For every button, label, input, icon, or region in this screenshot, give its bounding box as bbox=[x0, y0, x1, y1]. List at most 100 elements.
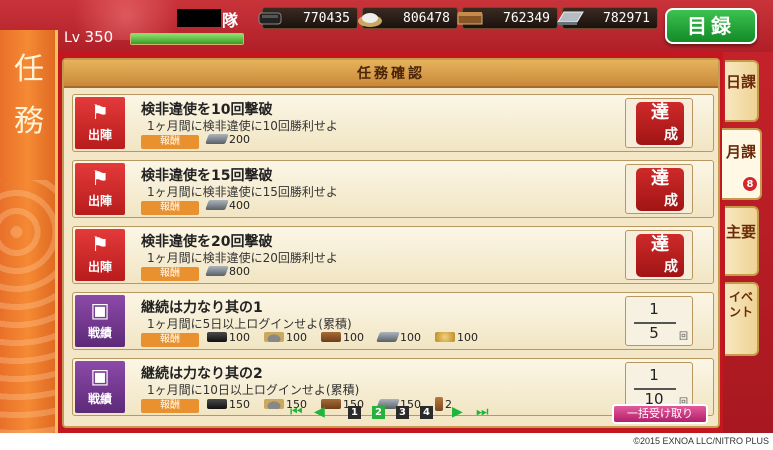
tab-monthly-label: 月課 bbox=[725, 143, 756, 161]
flag-icon: ⚑ bbox=[91, 166, 109, 190]
seal-top: 達 bbox=[651, 168, 669, 189]
completed-stamp[interactable]: 達成 bbox=[625, 98, 693, 148]
bulk-receive-button[interactable]: 一括受け取り bbox=[612, 404, 708, 424]
tab-daily-label: 日課 bbox=[725, 73, 756, 91]
quest-row[interactable]: ▣ 戦績 継続は力なり其の1 1ヶ月間に5日以上ログインせよ(累積) 報酬 100 100 1… bbox=[72, 292, 714, 350]
tab-event[interactable]: イベント bbox=[725, 282, 759, 356]
scroll-icon: ▣ bbox=[90, 298, 110, 322]
reward-amount: 100 bbox=[343, 331, 364, 344]
quest-row[interactable]: ⚑ 出陣 検非違使を15回撃破 1ヶ月間に検非違使に15回勝利せよ 報酬 400 達成 bbox=[72, 160, 714, 218]
quest-title: 検非違使を20回撃破 bbox=[141, 234, 273, 250]
first-page-icon[interactable]: ⏮ bbox=[290, 404, 306, 420]
badge-label: 戦績 bbox=[87, 392, 112, 406]
quest-row[interactable]: ⚑ 出陣 検非違使を10回撃破 1ヶ月間に検非違使に10回勝利せよ報酬 200 達成 bbox=[72, 94, 714, 152]
reward-item: 800 bbox=[205, 265, 250, 278]
whet-icon bbox=[321, 332, 341, 342]
coolant-icon bbox=[358, 13, 382, 27]
page-4[interactable]: 4 bbox=[420, 406, 433, 419]
prev-page-icon[interactable]: ◀ bbox=[314, 404, 330, 420]
tab-monthly[interactable]: 月課 8 bbox=[722, 128, 762, 200]
whetstone-icon bbox=[457, 12, 483, 25]
copyright: ©2015 EXNOA LLC/NITRO PLUS bbox=[633, 436, 769, 446]
seal-bottom: 成 bbox=[664, 127, 678, 143]
achievement-seal: 達成 bbox=[636, 102, 684, 145]
tab-main[interactable]: 主要 bbox=[725, 206, 759, 276]
quest-title: 継続は力なり其の2 bbox=[141, 366, 263, 382]
quest-row[interactable]: ⚑ 出陣 検非違使を20回撃破 1ヶ月間に検非違使に20回勝利せよ 報酬 800 達成 bbox=[72, 226, 714, 284]
record-badge: ▣ 戦績 bbox=[75, 361, 125, 413]
tab-daily[interactable]: 日課 bbox=[725, 60, 759, 122]
tab-main-label: 主要 bbox=[725, 223, 756, 241]
side-title-panel: 任務 bbox=[0, 30, 58, 433]
resource-whetstone: 762349 bbox=[457, 7, 558, 29]
resource-charcoal: 770435 bbox=[258, 7, 358, 29]
record-badge: ▣ 戦績 bbox=[75, 295, 125, 347]
level-bar bbox=[130, 33, 244, 45]
page-3[interactable]: 3 bbox=[396, 406, 409, 419]
progress-current: 1 bbox=[649, 366, 659, 384]
reward-label: 報酬 bbox=[141, 135, 199, 149]
quest-description: 1ヶ月間に10日以上ログインせよ(累積) bbox=[147, 383, 360, 397]
last-page-icon[interactable]: ⏭ bbox=[476, 404, 492, 420]
badge-label: 出陣 bbox=[87, 194, 112, 208]
reward-item: 400 bbox=[205, 199, 250, 212]
resource-coolant: 806478 bbox=[358, 7, 458, 29]
achievement-seal: 達成 bbox=[636, 234, 684, 277]
quest-description: 1ヶ月間に5日以上ログインせよ(累積) bbox=[147, 317, 352, 331]
quest-description: 1ヶ月間に検非違使に10回勝利せよ bbox=[147, 119, 338, 133]
reward-amount: 150 bbox=[229, 398, 250, 411]
reward-list: 200 bbox=[205, 133, 264, 146]
reward-label: 報酬 bbox=[141, 333, 199, 347]
reward-list: 100 100 100 100 100 bbox=[207, 331, 492, 344]
reward-label: 報酬 bbox=[141, 267, 199, 281]
progress-target: 5 bbox=[649, 324, 659, 342]
reward-item: 2 bbox=[435, 397, 452, 411]
reward-amount: 200 bbox=[229, 133, 250, 146]
coolant-icon bbox=[264, 399, 284, 409]
reward-item: 100 bbox=[207, 331, 250, 344]
badge-label: 出陣 bbox=[87, 128, 112, 142]
sortie-badge: ⚑ 出陣 bbox=[75, 163, 125, 215]
redacted-name bbox=[177, 9, 221, 27]
reward-item: 100 bbox=[376, 331, 421, 344]
achievement-seal: 達成 bbox=[636, 168, 684, 211]
reward-list: 800 bbox=[205, 265, 264, 278]
completed-stamp[interactable]: 達成 bbox=[625, 230, 693, 280]
flag-icon: ⚑ bbox=[91, 232, 109, 256]
steel-icon bbox=[205, 134, 229, 144]
level-bar-fill bbox=[131, 34, 243, 44]
catalog-button[interactable]: 目録 bbox=[665, 8, 757, 44]
completed-stamp[interactable]: 達成 bbox=[625, 164, 693, 214]
flag-icon: ⚑ bbox=[91, 100, 109, 124]
resource-whetstone-value: 762349 bbox=[503, 11, 550, 26]
quest-title: 検非違使を10回撃破 bbox=[141, 102, 273, 118]
page-2[interactable]: 2 bbox=[372, 406, 385, 419]
level-value: 350 bbox=[84, 28, 114, 46]
char-icon bbox=[207, 399, 227, 409]
side-title: 任務 bbox=[14, 52, 44, 139]
unit-suffix: 隊 bbox=[222, 11, 239, 30]
reward-item: 100 bbox=[435, 331, 478, 344]
badge-label: 戦績 bbox=[87, 326, 112, 340]
reward-amount: 100 bbox=[457, 331, 478, 344]
decorative-pattern bbox=[0, 180, 55, 433]
seal-bottom: 成 bbox=[664, 259, 678, 275]
resource-charcoal-value: 770435 bbox=[303, 11, 350, 26]
page-1[interactable]: 1 bbox=[348, 406, 361, 419]
reward-list: 400 bbox=[205, 199, 264, 212]
tab-event-label: イベント bbox=[728, 290, 753, 319]
coolant-icon bbox=[264, 332, 284, 342]
scroll-icon: ▣ bbox=[90, 364, 110, 388]
charcoal-icon bbox=[258, 12, 282, 25]
reward-item: 150 bbox=[207, 398, 250, 411]
steel-icon bbox=[557, 11, 584, 25]
sortie-badge: ⚑ 出陣 bbox=[75, 97, 125, 149]
level-label: Lv bbox=[64, 30, 81, 46]
reward-label: 報酬 bbox=[141, 201, 199, 215]
next-page-icon[interactable]: ▶ bbox=[452, 404, 468, 420]
reward-amount: 100 bbox=[286, 331, 307, 344]
badge-label: 出陣 bbox=[87, 260, 112, 274]
steel-icon bbox=[376, 332, 400, 342]
reward-item: 100 bbox=[264, 331, 307, 344]
sortie-badge: ⚑ 出陣 bbox=[75, 229, 125, 281]
